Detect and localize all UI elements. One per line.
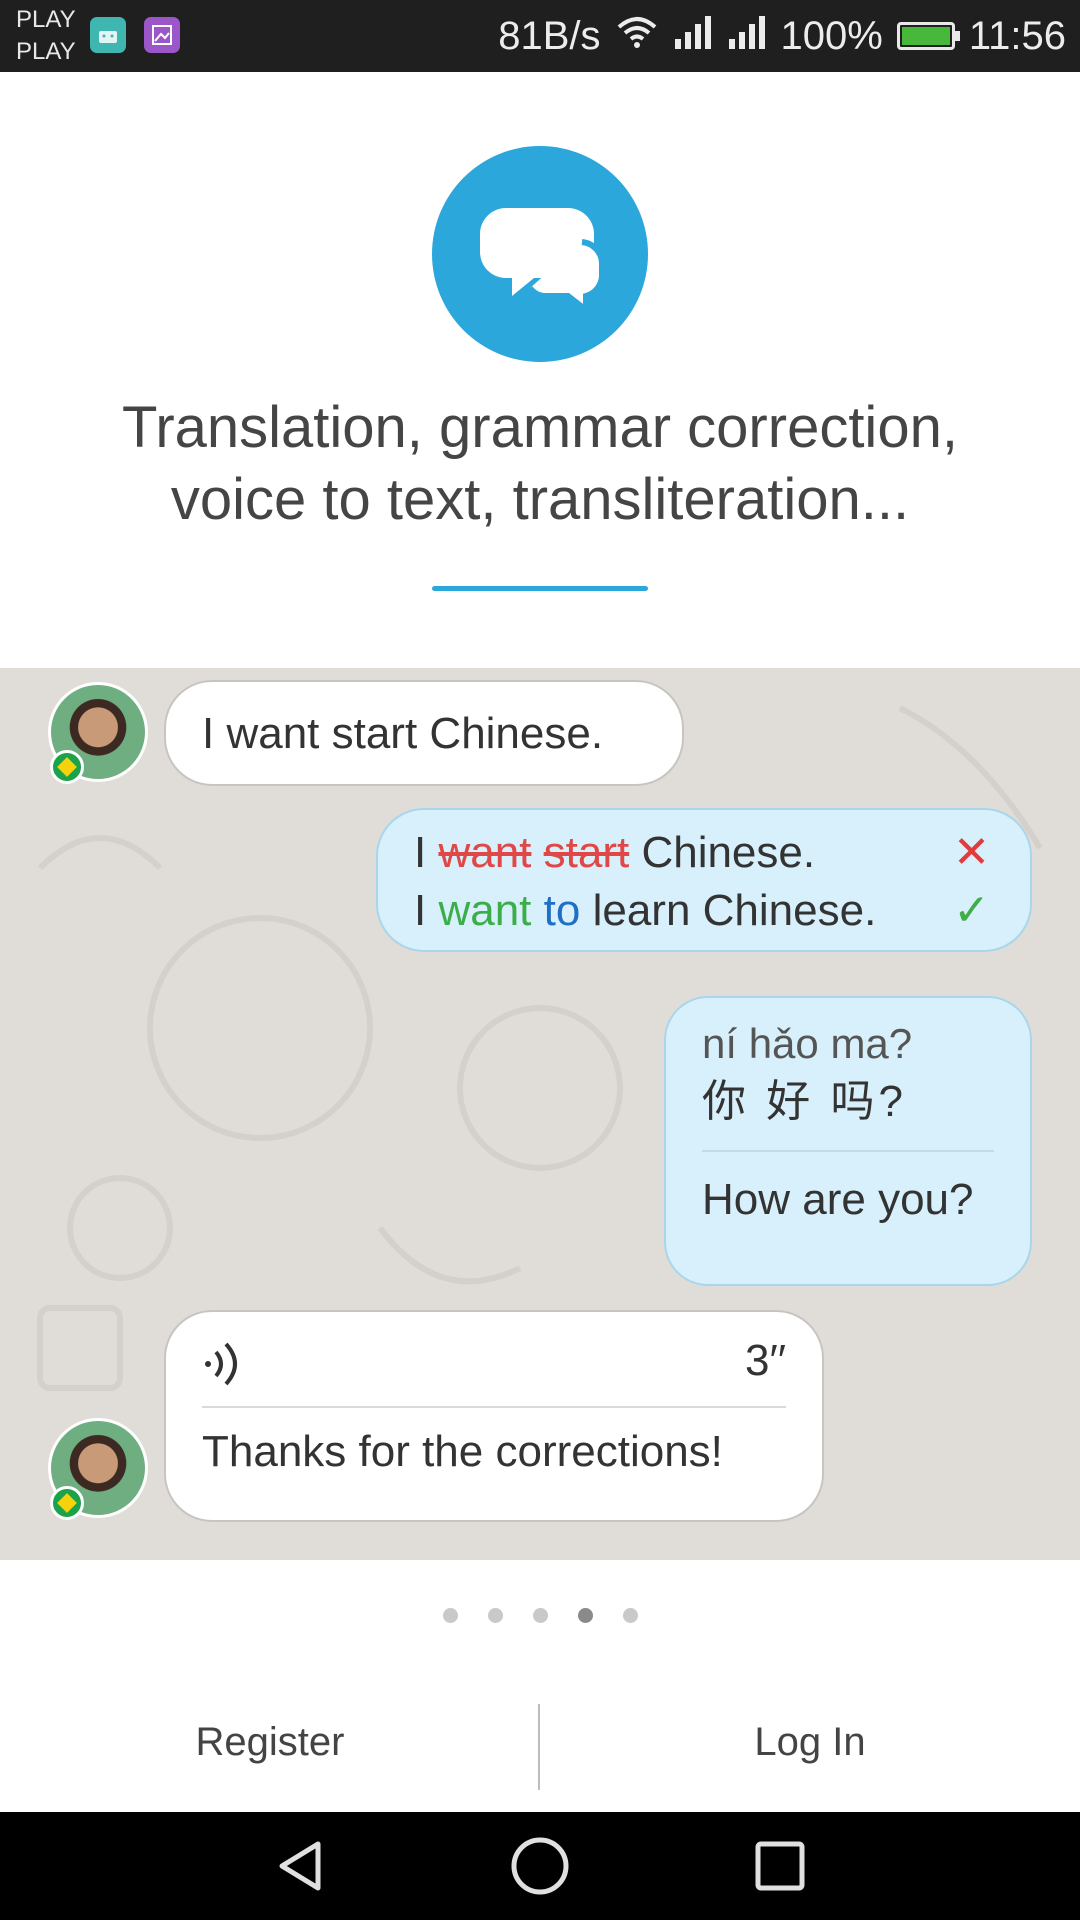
chat-preview: I want start Chinese. I want start Chine… [0,668,1080,1560]
feature-title-line-2: voice to text, transliteration... [170,467,910,532]
feature-title-line-1: Translation, grammar correction, [122,395,958,460]
page-dot [622,1608,638,1623]
brazil-flag-icon [50,1486,84,1520]
page-indicator [0,1608,1080,1623]
original-sentence: I want start Chinese. ✕ [414,824,994,882]
navigation-bar [0,1812,1080,1920]
page-dot [442,1608,458,1623]
signal-icon [673,14,713,59]
brazil-flag-icon [50,750,84,784]
carrier-label: PLAY PLAY [16,4,76,68]
corrected-word-2: to [543,886,581,935]
wifi-icon [615,14,659,59]
gallery-app-icon [144,17,180,53]
feature-title: Translation, grammar correction, voice t… [40,392,1040,536]
struck-word-1: want [438,828,532,877]
battery-percent: 100% [780,13,883,58]
battery-icon [896,22,960,50]
voice-to-text: Thanks for the corrections! [202,1427,723,1476]
carrier-line-2: PLAY [16,38,76,65]
divider [202,1406,786,1408]
divider [702,1150,994,1152]
login-button[interactable]: Log In [540,1690,1080,1794]
pinyin-text: ní hǎo ma? [702,1020,913,1067]
correction-bubble: I want start Chinese. ✕ I want to learn … [376,808,1032,952]
voice-message-bubble: 3′′ Thanks for the corrections! [164,1310,824,1522]
title-underline [432,586,648,591]
transliteration-bubble: ní hǎo ma? 你 好 吗? How are you? [664,996,1032,1286]
corrected-suffix: learn Chinese. [580,886,877,935]
corrected-sentence: I want to learn Chinese. ✓ [414,882,994,940]
register-button[interactable]: Register [0,1690,540,1794]
page-dot [532,1608,548,1623]
audio-wave-icon [202,1336,246,1403]
corrected-prefix: I [414,886,439,935]
carrier-line-1: PLAY [16,6,76,33]
signal-icon-2 [727,14,767,59]
back-icon[interactable] [240,1812,360,1920]
close-icon: ✕ [953,828,990,877]
android-app-icon [90,17,126,53]
translation-text: How are you? [702,1175,974,1224]
corrected-word-1: want [438,886,532,935]
status-bar: PLAY PLAY 81B/s 100% 11:56 [0,0,1080,72]
home-icon[interactable] [480,1812,600,1920]
checkmark-icon: ✓ [953,886,990,935]
struck-word-2: start [543,828,630,877]
message-text: I want start Chinese. [202,709,604,758]
chinese-text: 你 好 吗? [702,1077,907,1126]
original-prefix: I [414,828,439,877]
page-dot [487,1608,503,1623]
chat-bubbles-icon [432,146,648,362]
chat-bubble-incoming: I want start Chinese. [164,680,684,786]
network-speed: 81B/s [498,13,601,58]
auth-actions: Register Log In [0,1690,1080,1794]
clock: 11:56 [968,13,1066,58]
original-suffix: Chinese. [629,828,816,877]
audio-duration: 3′′ [745,1336,786,1385]
page-dot-active [577,1608,593,1623]
recents-icon[interactable] [720,1812,840,1920]
